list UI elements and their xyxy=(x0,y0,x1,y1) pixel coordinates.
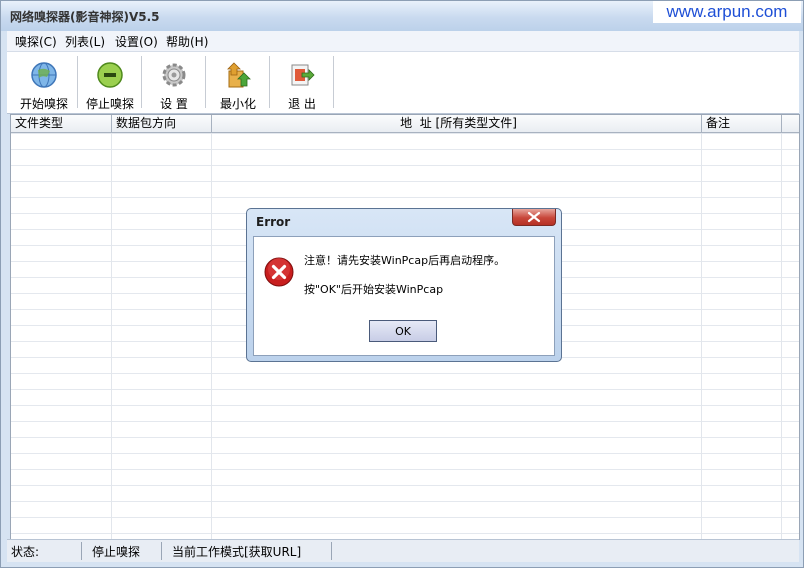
dialog-message-line1: 注意！请先安装WinPcap后再启动程序。 xyxy=(304,254,506,267)
dialog-title: Error xyxy=(256,215,291,229)
dialog-body: 注意！请先安装WinPcap后再启动程序。 按"OK"后开始安装WinPcap … xyxy=(253,236,555,356)
status-divider xyxy=(331,542,332,560)
status-bar: 状态: 停止嗅探 当前工作模式[获取URL] xyxy=(7,539,799,562)
globe-icon xyxy=(31,62,57,88)
exit-icon xyxy=(291,64,315,86)
column-divider xyxy=(781,115,782,539)
menu-settings[interactable]: 设置(O) xyxy=(115,33,158,50)
toolbar-divider xyxy=(269,56,270,108)
minimize-icon xyxy=(227,62,251,88)
toolbar-divider xyxy=(205,56,206,108)
column-header-file-type[interactable]: 文件类型 xyxy=(11,115,112,132)
error-dialog: Error 注意！请先安装WinPcap后再启动程序。 按"OK"后开始安装Wi… xyxy=(246,208,562,362)
window-title: 网络嗅探器(影音神探)V5.5 xyxy=(10,10,160,24)
exit-label: 退 出 xyxy=(288,97,316,111)
table-header: 文件类型 数据包方向 地 址 [所有类型文件] 备注 xyxy=(11,115,799,133)
stop-sniff-label: 停止嗅探 xyxy=(85,97,134,111)
settings-label: 设 置 xyxy=(160,97,188,111)
dialog-message-line2: 按"OK"后开始安装WinPcap xyxy=(304,283,444,296)
column-header-notes[interactable]: 备注 xyxy=(702,115,782,132)
settings-button[interactable]: 设 置 xyxy=(143,52,205,112)
toolbar: 开始嗅探 停止嗅探 设 置 最小化 退 出 xyxy=(7,52,799,114)
toolbar-divider xyxy=(333,56,334,108)
menu-sniff[interactable]: 嗅探(C) xyxy=(15,33,57,50)
column-header-direction[interactable]: 数据包方向 xyxy=(112,115,212,132)
stop-sniff-button[interactable]: 停止嗅探 xyxy=(79,52,141,112)
dialog-close-button[interactable] xyxy=(512,209,556,226)
status-label: 状态: xyxy=(11,545,40,559)
column-divider xyxy=(111,115,112,539)
status-mode: 当前工作模式[获取URL] xyxy=(172,545,302,559)
column-divider xyxy=(701,115,702,539)
error-icon xyxy=(264,257,294,287)
status-state: 停止嗅探 xyxy=(92,545,141,559)
status-divider xyxy=(81,542,82,560)
close-icon xyxy=(527,211,541,223)
column-divider xyxy=(211,115,212,539)
stop-icon xyxy=(97,62,123,88)
toolbar-divider xyxy=(77,56,78,108)
start-sniff-label: 开始嗅探 xyxy=(19,97,68,111)
exit-button[interactable]: 退 出 xyxy=(271,52,333,112)
ok-button[interactable]: OK xyxy=(369,320,437,342)
brand-watermark: www.arpun.com xyxy=(653,1,801,23)
start-sniff-button[interactable]: 开始嗅探 xyxy=(13,52,75,112)
menu-bar: 嗅探(C) 列表(L) 设置(O) 帮助(H) xyxy=(7,31,799,52)
column-header-address[interactable]: 地 址 [所有类型文件] xyxy=(212,115,702,132)
minimize-label: 最小化 xyxy=(219,97,256,111)
gear-icon xyxy=(162,63,186,87)
status-divider xyxy=(161,542,162,560)
minimize-button[interactable]: 最小化 xyxy=(207,52,269,112)
menu-help[interactable]: 帮助(H) xyxy=(166,33,208,50)
menu-list[interactable]: 列表(L) xyxy=(65,33,105,50)
toolbar-divider xyxy=(141,56,142,108)
